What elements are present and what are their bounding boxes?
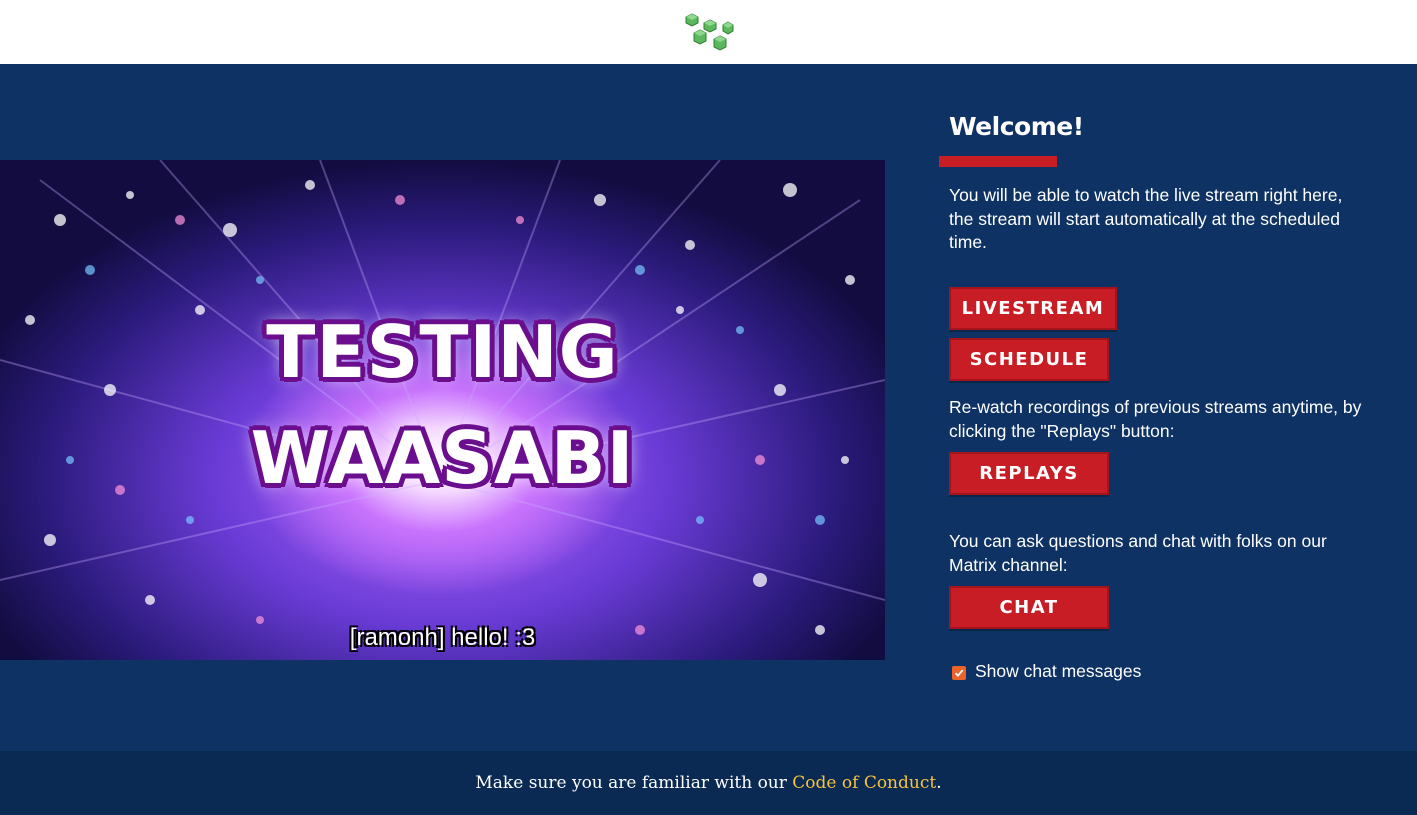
video-title-line1: TESTING xyxy=(266,310,619,394)
footer-prefix: Make sure you are familiar with our xyxy=(475,773,793,793)
livestream-button[interactable]: LIVESTREAM xyxy=(949,287,1117,330)
show-chat-checkbox[interactable] xyxy=(952,666,966,680)
footer-suffix: . xyxy=(936,773,942,793)
top-bar xyxy=(0,0,1417,64)
chat-text: You can ask questions and chat with folk… xyxy=(949,531,1327,575)
green-cubes-logo-icon[interactable] xyxy=(684,12,734,52)
replays-text: Re-watch recordings of previous streams … xyxy=(949,397,1362,441)
show-chat-toggle[interactable]: Show chat messages xyxy=(952,661,1141,682)
code-of-conduct-link[interactable]: Code of Conduct xyxy=(792,773,936,793)
fiber-optic-sparkles-background xyxy=(0,160,885,635)
video-title-line2: WAASABI xyxy=(250,416,635,500)
checkmark-icon xyxy=(954,669,964,677)
welcome-heading: Welcome! xyxy=(949,112,1084,141)
show-chat-label: Show chat messages xyxy=(975,661,1142,681)
video-player[interactable]: TESTING WAASABI [ramonh] hello! :3 xyxy=(0,160,885,660)
welcome-panel: Welcome! You will be able to watch the l… xyxy=(939,112,1369,252)
video-subtitle: [ramonh] hello! :3 xyxy=(349,624,536,651)
chat-button[interactable]: CHAT xyxy=(949,586,1109,629)
heading-underline xyxy=(939,156,1057,167)
intro-text: You will be able to watch the live strea… xyxy=(949,185,1343,252)
schedule-button[interactable]: SCHEDULE xyxy=(949,338,1109,381)
replays-button[interactable]: REPLAYS xyxy=(949,452,1109,495)
footer: Make sure you are familiar with our Code… xyxy=(0,751,1417,815)
